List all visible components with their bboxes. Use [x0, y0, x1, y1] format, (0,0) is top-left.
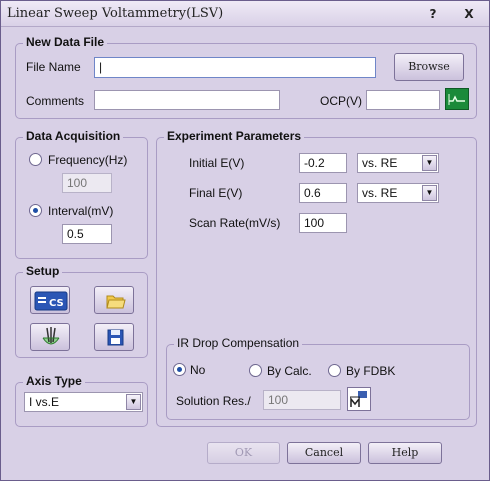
- setup-legend: Setup: [23, 264, 63, 278]
- new-data-file-group: New Data File File Name | Browse Comment…: [15, 35, 477, 119]
- interval-input[interactable]: 0.5: [62, 224, 112, 244]
- file-name-label: File Name: [26, 60, 81, 74]
- initial-e-label: Initial E(V): [189, 156, 245, 170]
- ocp-label: OCP(V): [320, 94, 362, 108]
- close-button[interactable]: X: [459, 5, 479, 23]
- initial-e-ref-select[interactable]: vs. RE ▼: [357, 153, 439, 173]
- electrode-cell-icon: [42, 327, 60, 345]
- initial-e-input[interactable]: -0.2: [299, 153, 347, 173]
- frequency-input[interactable]: 100: [62, 173, 112, 193]
- window-title: Linear Sweep Voltammetry(LSV): [7, 6, 224, 21]
- open-folder-icon: [106, 295, 126, 309]
- axis-type-value: I vs.E: [29, 395, 60, 409]
- ocp-measure-icon[interactable]: [445, 88, 469, 110]
- save-button[interactable]: [94, 323, 134, 351]
- file-name-input[interactable]: |: [94, 57, 376, 78]
- open-folder-button[interactable]: [94, 286, 134, 314]
- chevron-down-icon[interactable]: ▼: [422, 155, 437, 171]
- chevron-down-icon[interactable]: ▼: [422, 185, 437, 201]
- title-bar: Linear Sweep Voltammetry(LSV) ? X: [1, 1, 489, 27]
- ocp-input[interactable]: [366, 90, 440, 110]
- axis-type-legend: Axis Type: [23, 374, 85, 388]
- cs-instrument-icon: CS: [34, 291, 68, 311]
- initial-e-ref-value: vs. RE: [362, 156, 398, 170]
- interval-label: Interval(mV): [48, 204, 114, 218]
- new-data-file-legend: New Data File: [23, 35, 108, 49]
- help-question-button[interactable]: ?: [423, 5, 443, 23]
- axis-type-group: Axis Type I vs.E ▼: [15, 374, 148, 427]
- frequency-label: Frequency(Hz): [48, 153, 128, 167]
- data-acquisition-legend: Data Acquisition: [23, 129, 124, 143]
- cs-text: CS: [49, 298, 64, 309]
- final-e-ref-value: vs. RE: [362, 186, 398, 200]
- scan-rate-input[interactable]: 100: [299, 213, 347, 233]
- ir-no-label: No: [190, 363, 206, 377]
- save-disk-icon: [107, 329, 124, 346]
- solution-res-input[interactable]: 100: [263, 390, 341, 410]
- frequency-radio[interactable]: [29, 153, 42, 166]
- setup-group: Setup CS: [15, 264, 148, 358]
- interval-radio[interactable]: [29, 204, 42, 217]
- electrode-cell-button[interactable]: [30, 323, 70, 351]
- ir-fdbk-radio[interactable]: [328, 364, 341, 377]
- ir-drop-group: IR Drop Compensation No By Calc. By FDBK…: [166, 336, 470, 420]
- final-e-input[interactable]: 0.6: [299, 183, 347, 203]
- browse-button[interactable]: Browse: [394, 53, 464, 81]
- comments-label: Comments: [26, 94, 85, 108]
- experiment-parameters-legend: Experiment Parameters: [164, 129, 305, 143]
- ok-button[interactable]: OK: [207, 442, 280, 464]
- cancel-button[interactable]: Cancel: [287, 442, 361, 464]
- measure-resistance-icon[interactable]: [347, 387, 371, 411]
- experiment-parameters-group: Experiment Parameters Initial E(V) -0.2 …: [156, 129, 477, 427]
- solution-res-label: Solution Res./: [176, 394, 251, 408]
- final-e-ref-select[interactable]: vs. RE ▼: [357, 183, 439, 203]
- scan-rate-label: Scan Rate(mV/s): [189, 216, 281, 230]
- data-acquisition-group: Data Acquisition Frequency(Hz) 100 Inter…: [15, 129, 148, 259]
- ir-calc-label: By Calc.: [267, 364, 312, 378]
- chevron-down-icon[interactable]: ▼: [126, 394, 141, 410]
- final-e-label: Final E(V): [189, 186, 243, 200]
- ir-calc-radio[interactable]: [249, 364, 262, 377]
- ir-drop-legend: IR Drop Compensation: [174, 336, 303, 350]
- cs-instrument-button[interactable]: CS: [30, 286, 70, 314]
- help-button[interactable]: Help: [368, 442, 442, 464]
- ir-fdbk-label: By FDBK: [346, 364, 396, 378]
- axis-type-select[interactable]: I vs.E ▼: [24, 392, 143, 412]
- comments-input[interactable]: [94, 90, 280, 110]
- ir-no-radio[interactable]: [173, 363, 186, 376]
- lsv-dialog: Linear Sweep Voltammetry(LSV) ? X New Da…: [0, 0, 490, 481]
